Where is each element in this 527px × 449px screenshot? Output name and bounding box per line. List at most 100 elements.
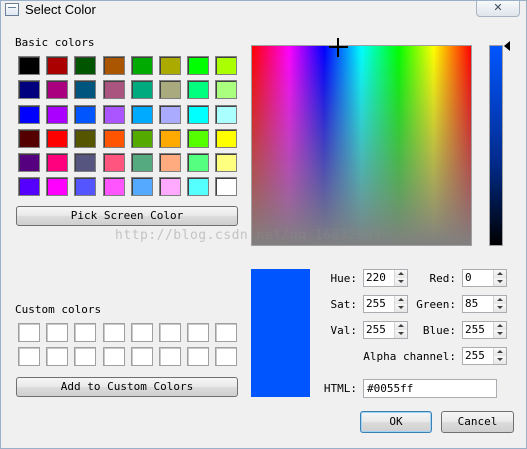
basic-color-swatch[interactable] (130, 80, 153, 100)
custom-color-swatch[interactable] (215, 347, 238, 367)
basic-color-swatch[interactable] (187, 153, 210, 173)
basic-color-swatch[interactable] (74, 128, 97, 148)
custom-color-swatch[interactable] (102, 323, 125, 342)
basic-color-swatch[interactable] (18, 56, 40, 75)
basic-color-swatch[interactable] (130, 177, 153, 197)
basic-color-swatch[interactable] (102, 128, 125, 148)
basic-color-swatch[interactable] (102, 56, 125, 75)
alpha-up-arrow-icon[interactable] (494, 348, 506, 356)
green-value[interactable]: 85 (463, 296, 493, 312)
custom-color-swatch[interactable] (130, 323, 153, 342)
basic-color-swatch[interactable] (46, 80, 69, 100)
basic-color-swatch[interactable] (215, 104, 238, 124)
basic-color-swatch[interactable] (130, 153, 153, 173)
basic-color-swatch[interactable] (18, 80, 40, 100)
basic-color-swatch[interactable] (187, 177, 210, 197)
basic-color-swatch[interactable] (158, 153, 181, 173)
pick-screen-color-button[interactable]: Pick Screen Color (16, 206, 238, 226)
basic-color-swatch[interactable] (158, 56, 181, 75)
sat-spinbox[interactable]: 255 (363, 295, 408, 313)
basic-color-swatch[interactable] (215, 153, 238, 173)
basic-color-swatch[interactable] (46, 177, 69, 197)
cancel-button[interactable]: Cancel (441, 411, 514, 433)
sat-down-arrow-icon[interactable] (395, 304, 407, 312)
basic-color-swatch[interactable] (130, 128, 153, 148)
basic-color-swatch[interactable] (158, 104, 181, 124)
custom-color-swatch[interactable] (18, 347, 40, 367)
basic-color-swatch[interactable] (158, 128, 181, 148)
basic-color-swatch[interactable] (74, 80, 97, 100)
val-spinbox[interactable]: 255 (363, 321, 408, 339)
luminance-marker-icon[interactable] (504, 41, 510, 51)
basic-color-swatch[interactable] (102, 80, 125, 100)
custom-color-swatch[interactable] (46, 347, 69, 367)
blue-value[interactable]: 255 (463, 322, 493, 338)
val-down-arrow-icon[interactable] (395, 330, 407, 338)
red-spinbox[interactable]: 0 (462, 269, 507, 287)
basic-color-swatch[interactable] (130, 104, 153, 124)
sat-up-arrow-icon[interactable] (395, 296, 407, 304)
basic-color-swatch[interactable] (215, 177, 238, 197)
basic-color-swatch[interactable] (215, 80, 238, 100)
basic-color-swatch[interactable] (158, 80, 181, 100)
basic-color-swatch[interactable] (46, 153, 69, 173)
basic-color-swatch[interactable] (158, 177, 181, 197)
luminance-slider[interactable] (489, 45, 503, 246)
basic-color-swatch[interactable] (18, 177, 40, 197)
green-up-arrow-icon[interactable] (494, 296, 506, 304)
hue-down-arrow-icon[interactable] (395, 278, 407, 286)
html-input[interactable]: #0055ff (363, 379, 497, 398)
green-down-arrow-icon[interactable] (494, 304, 506, 312)
basic-color-swatch[interactable] (18, 153, 40, 173)
ok-button[interactable]: OK (360, 411, 432, 433)
basic-color-swatch[interactable] (187, 128, 210, 148)
custom-color-swatch[interactable] (215, 323, 238, 342)
custom-color-swatch[interactable] (102, 347, 125, 367)
custom-color-swatch[interactable] (158, 347, 181, 367)
hue-up-arrow-icon[interactable] (395, 270, 407, 278)
basic-color-swatch[interactable] (46, 56, 69, 75)
basic-color-swatch[interactable] (74, 104, 97, 124)
custom-color-swatch[interactable] (158, 323, 181, 342)
val-up-arrow-icon[interactable] (395, 322, 407, 330)
alpha-value[interactable]: 255 (463, 348, 493, 364)
sat-value[interactable]: 255 (364, 296, 394, 312)
custom-color-swatch[interactable] (187, 347, 210, 367)
basic-color-swatch[interactable] (102, 153, 125, 173)
alpha-spinbox[interactable]: 255 (462, 347, 507, 365)
add-to-custom-colors-button[interactable]: Add to Custom Colors (16, 377, 238, 397)
basic-color-swatch[interactable] (187, 80, 210, 100)
basic-color-swatch[interactable] (215, 128, 238, 148)
hue-value[interactable]: 220 (364, 270, 394, 286)
basic-color-swatch[interactable] (187, 104, 210, 124)
close-button[interactable]: ✕ (476, 1, 520, 17)
basic-color-swatch[interactable] (46, 128, 69, 148)
basic-color-swatch[interactable] (187, 56, 210, 75)
val-value[interactable]: 255 (364, 322, 394, 338)
custom-color-swatch[interactable] (46, 323, 69, 342)
red-down-arrow-icon[interactable] (494, 278, 506, 286)
blue-down-arrow-icon[interactable] (494, 330, 506, 338)
hue-spinbox[interactable]: 220 (363, 269, 408, 287)
basic-color-swatch[interactable] (46, 104, 69, 124)
custom-color-swatch[interactable] (18, 323, 40, 342)
basic-color-swatch[interactable] (18, 104, 40, 124)
custom-color-swatch[interactable] (187, 323, 210, 342)
custom-color-swatch[interactable] (130, 347, 153, 367)
color-spectrum[interactable] (251, 45, 472, 246)
blue-up-arrow-icon[interactable] (494, 322, 506, 330)
basic-color-swatch[interactable] (102, 104, 125, 124)
basic-color-swatch[interactable] (130, 56, 153, 75)
red-up-arrow-icon[interactable] (494, 270, 506, 278)
custom-color-swatch[interactable] (74, 323, 97, 342)
red-value[interactable]: 0 (463, 270, 493, 286)
basic-color-swatch[interactable] (18, 128, 40, 148)
basic-color-swatch[interactable] (74, 56, 97, 75)
basic-color-swatch[interactable] (74, 153, 97, 173)
spectrum-crosshair[interactable] (329, 38, 348, 57)
green-spinbox[interactable]: 85 (462, 295, 507, 313)
alpha-down-arrow-icon[interactable] (494, 356, 506, 364)
basic-color-swatch[interactable] (215, 56, 238, 75)
basic-color-swatch[interactable] (102, 177, 125, 197)
blue-spinbox[interactable]: 255 (462, 321, 507, 339)
